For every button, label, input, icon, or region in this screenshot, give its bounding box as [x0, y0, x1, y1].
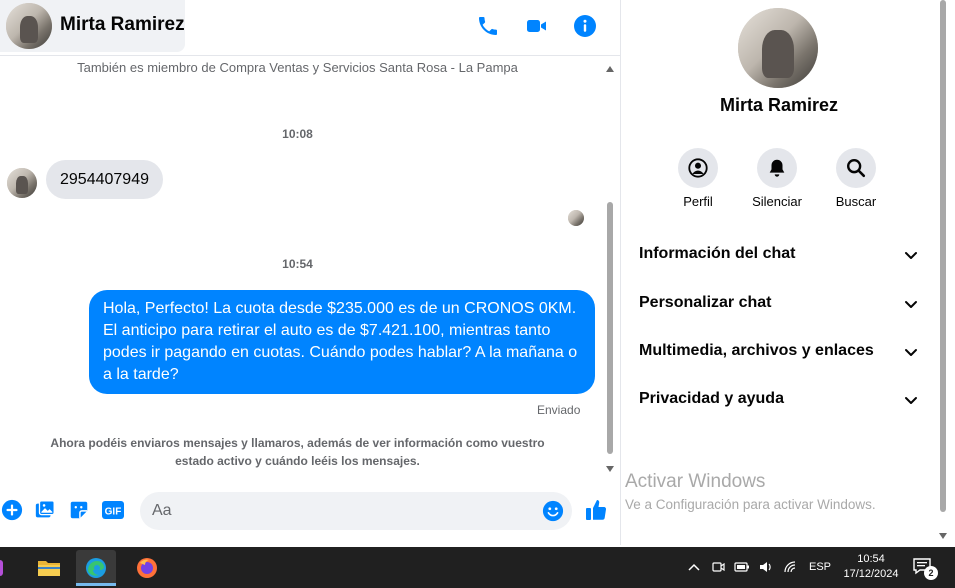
system-clock[interactable]: 10:54 17/12/2024 [836, 552, 906, 582]
section-label: Información del chat [639, 245, 796, 262]
message-list[interactable]: También es miembro de Compra Ventas y Se… [0, 56, 606, 476]
privacy-notice: Ahora podéis enviaros mensajes y llamaro… [50, 436, 545, 468]
activate-windows-subtitle: Ve a Configuración para activar Windows. [625, 497, 876, 512]
timestamp: 10:54 [282, 257, 313, 271]
file-explorer-icon[interactable] [29, 550, 69, 586]
gif-label: GIF [105, 507, 122, 518]
profile-action-label: Perfil [683, 194, 713, 209]
meet-now-icon[interactable] [710, 559, 726, 575]
message-status: Enviado [537, 403, 581, 417]
section-privacy-help[interactable]: Privacidad y ayuda [639, 385, 919, 415]
battery-icon[interactable] [734, 559, 750, 575]
incoming-message-bubble[interactable]: 2954407949 [46, 160, 163, 199]
scrollbar-thumb[interactable] [940, 0, 946, 512]
message-composer: GIF [0, 486, 620, 542]
windows-taskbar: ESP 10:54 17/12/2024 2 [0, 547, 955, 588]
thumbs-up-icon[interactable] [584, 498, 608, 522]
input-language[interactable]: ESP [809, 561, 831, 573]
profile-name: Mirta Ramirez [719, 95, 839, 115]
timestamp: 10:08 [282, 127, 313, 141]
search-action-label: Buscar [835, 194, 877, 209]
avatar-figure [762, 30, 794, 79]
info-icon[interactable] [571, 12, 599, 40]
panel-scrollbar[interactable] [936, 0, 950, 545]
chat-details-panel: Mirta Ramirez Perfil Silenciar Buscar In… [621, 0, 955, 545]
avatar-figure [16, 176, 28, 195]
chat-header: Mirta Ramirez [0, 0, 620, 56]
chevron-up-icon[interactable] [686, 559, 702, 575]
plus-icon[interactable] [0, 498, 24, 522]
phone-call-icon[interactable] [474, 12, 502, 40]
sender-avatar[interactable] [7, 168, 37, 198]
wifi-icon[interactable] [783, 559, 799, 575]
search-action[interactable]: Buscar [816, 148, 896, 209]
avatar-figure [19, 15, 39, 44]
profile-icon[interactable] [678, 148, 718, 188]
clock-time: 10:54 [857, 553, 885, 565]
notification-badge: 2 [924, 566, 938, 580]
group-membership-notice: También es miembro de Compra Ventas y Se… [77, 60, 518, 75]
volume-icon[interactable] [758, 559, 774, 575]
app-icon[interactable] [0, 550, 12, 586]
mute-action-label: Silenciar [752, 194, 802, 209]
scroll-up-arrow[interactable] [606, 66, 614, 72]
chevron-down-icon [903, 247, 919, 263]
section-chat-info[interactable]: Información del chat [639, 240, 919, 270]
profile-action[interactable]: Perfil [658, 148, 738, 209]
notification-center-icon[interactable]: 2 [912, 557, 938, 580]
scroll-down-arrow[interactable] [939, 533, 947, 539]
image-icon[interactable] [33, 498, 57, 522]
gif-icon[interactable]: GIF [101, 498, 125, 522]
scroll-down-arrow[interactable] [606, 466, 614, 472]
mute-action[interactable]: Silenciar [737, 148, 817, 209]
section-label: Multimedia, archivos y enlaces [639, 342, 874, 359]
contact-avatar[interactable] [6, 3, 52, 49]
firefox-browser-icon[interactable] [127, 550, 167, 586]
messenger-window: Mirta Ramirez También es miembro de Comp… [0, 0, 955, 545]
chevron-down-icon [903, 296, 919, 312]
messages-scrollbar[interactable] [604, 62, 616, 474]
emoji-icon[interactable] [542, 500, 564, 522]
sticker-icon[interactable] [67, 498, 91, 522]
outgoing-message-bubble[interactable]: Hola, Perfecto! La cuota desde $235.000 … [89, 290, 595, 394]
profile-avatar[interactable] [738, 8, 818, 88]
seen-indicator-avatar [568, 210, 584, 226]
search-icon[interactable] [836, 148, 876, 188]
message-input-box[interactable] [140, 492, 572, 530]
contact-name[interactable]: Mirta Ramirez [60, 14, 185, 36]
clock-date: 17/12/2024 [843, 568, 899, 580]
scrollbar-thumb[interactable] [607, 202, 613, 454]
activate-windows-title: Activar Windows [625, 471, 766, 492]
section-media-files-links[interactable]: Multimedia, archivos y enlaces [639, 337, 919, 367]
chevron-down-icon [903, 344, 919, 360]
contact-chip[interactable]: Mirta Ramirez [0, 0, 185, 52]
edge-browser-icon[interactable] [76, 550, 116, 586]
section-label: Privacidad y ayuda [639, 390, 784, 407]
video-call-icon[interactable] [523, 12, 551, 40]
chevron-down-icon [903, 392, 919, 408]
section-label: Personalizar chat [639, 294, 772, 311]
message-input[interactable] [152, 492, 532, 530]
bell-icon[interactable] [757, 148, 797, 188]
section-customize-chat[interactable]: Personalizar chat [639, 289, 919, 319]
avatar-image [568, 210, 584, 226]
